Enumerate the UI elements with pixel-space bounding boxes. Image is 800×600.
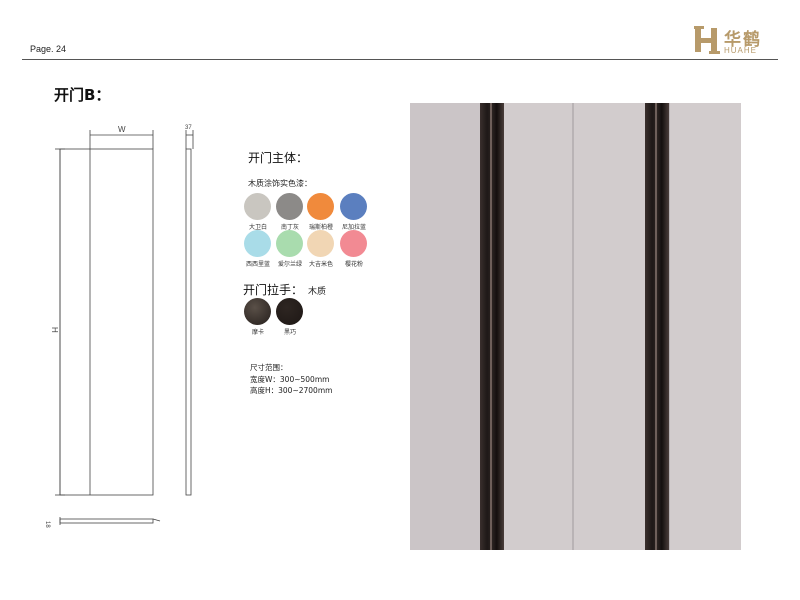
bottom-dimension-label: 18 (44, 521, 50, 528)
door-handle-title: 开门拉手： (243, 283, 304, 297)
size-range-width: 宽度W：300~500mm (250, 375, 330, 384)
door-product-photo (410, 103, 741, 550)
color-swatch[interactable] (244, 230, 271, 257)
door-panel (410, 103, 480, 550)
header-divider (22, 59, 778, 60)
page-number: Page. 24 (30, 44, 67, 54)
color-swatch[interactable] (244, 193, 271, 220)
handle-bar (645, 103, 669, 550)
door-body-title: 开门主体： (248, 151, 309, 165)
depth-dimension-label: 37 (185, 125, 192, 131)
page-title: 开门B： (54, 86, 111, 104)
finish-label: 木质涂饰实色漆： (248, 179, 312, 188)
handle-bar (480, 103, 504, 550)
handle-swatch[interactable] (244, 298, 271, 325)
size-range-title: 尺寸范围： (250, 363, 288, 372)
handle-material: 木质 (308, 287, 327, 297)
height-dimension-label: H (50, 327, 59, 333)
swatch-label: 樱花粉 (344, 261, 363, 268)
handle-swatch-label: 黑巧 (283, 329, 296, 336)
logo-h-icon (694, 26, 720, 54)
color-swatch[interactable] (340, 230, 367, 257)
handle-swatch[interactable] (276, 298, 303, 325)
color-swatch[interactable] (276, 193, 303, 220)
brand-logo: 华鹤 HUAHE (694, 26, 774, 56)
color-swatch[interactable] (276, 230, 303, 257)
color-swatch[interactable] (307, 193, 334, 220)
size-range-height: 高度H：300~2700mm (250, 386, 333, 395)
logo-english-text: HUAHE (724, 46, 758, 55)
door-technical-drawing: W H 37 18 (44, 125, 194, 528)
color-swatch[interactable] (340, 193, 367, 220)
panel-seam (572, 103, 574, 550)
color-swatch[interactable] (307, 230, 334, 257)
width-dimension-label: W (118, 125, 126, 134)
